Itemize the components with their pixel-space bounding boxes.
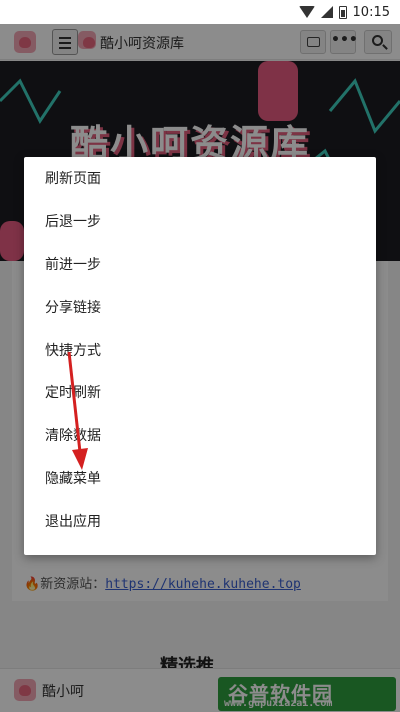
popup-menu: 刷新页面 后退一步 前进一步 分享链接 快捷方式 定时刷新 清除数据 隐藏菜单 … <box>24 157 376 555</box>
menu-item-go-forward[interactable]: 前进一步 <box>24 243 376 286</box>
menu-item-go-back[interactable]: 后退一步 <box>24 200 376 243</box>
menu-item-hide-menu[interactable]: 隐藏菜单 <box>24 457 376 500</box>
battery-icon <box>338 5 347 19</box>
menu-item-refresh-page[interactable]: 刷新页面 <box>24 157 376 200</box>
menu-item-exit-app[interactable]: 退出应用 <box>24 499 376 542</box>
menu-item-clear-data[interactable]: 清除数据 <box>24 414 376 457</box>
wifi-icon <box>298 6 315 18</box>
menu-item-share-link[interactable]: 分享链接 <box>24 285 376 328</box>
menu-item-timed-refresh[interactable]: 定时刷新 <box>24 371 376 414</box>
menu-item-shortcut[interactable]: 快捷方式 <box>24 328 376 371</box>
signal-icon <box>320 6 333 18</box>
status-time: 10:15 <box>352 4 390 20</box>
status-bar: 10:15 <box>0 0 400 24</box>
